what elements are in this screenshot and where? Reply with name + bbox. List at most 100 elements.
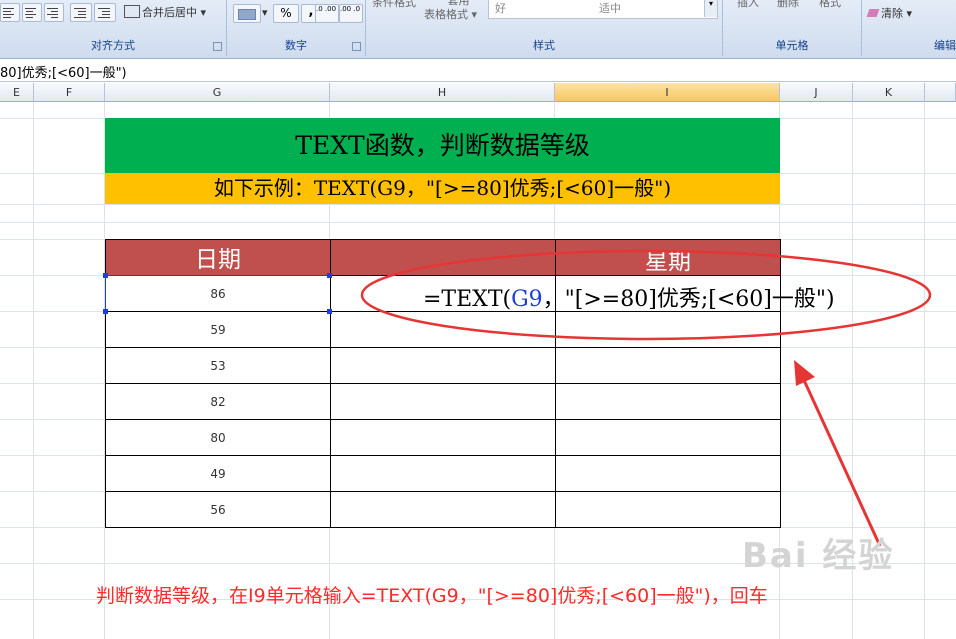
value-cell[interactable]: 53 <box>105 347 331 384</box>
formula-bar[interactable]: 80]优秀;[<60]一般") <box>0 59 956 82</box>
decrease-indent-button[interactable] <box>70 3 92 22</box>
empty-cell[interactable] <box>330 419 556 456</box>
percent-button[interactable]: % <box>273 4 299 23</box>
title-banner[interactable]: TEXT函数，判断数据等级 <box>105 118 780 173</box>
empty-cell[interactable] <box>330 491 556 528</box>
grid-line <box>33 102 34 639</box>
cell-value: 53 <box>210 359 226 373</box>
column-header-g[interactable]: G <box>105 83 330 102</box>
cell-value: 56 <box>210 503 226 517</box>
chevron-down-icon: ▾ <box>903 7 913 20</box>
clear-label: 清除 <box>881 7 903 20</box>
instruction-caption: 判断数据等级，在I9单元格输入=TEXT(G9，"[>=80]优秀;[<60]一… <box>96 581 768 608</box>
clear-button[interactable]: 清除 ▾ <box>866 5 913 21</box>
increase-indent-icon <box>96 5 112 19</box>
table-header-label: 星期 <box>645 249 691 275</box>
decrease-decimal-button[interactable]: .00 .0 <box>339 4 363 23</box>
annotation-arrow-line <box>801 377 882 547</box>
column-header-k[interactable]: K <box>853 83 925 102</box>
column-header-blank[interactable] <box>925 83 956 102</box>
value-cell[interactable]: 82 <box>105 383 331 420</box>
cell-value: 86 <box>210 287 226 301</box>
grid-line <box>0 222 956 223</box>
style-good[interactable]: 好 <box>495 0 506 16</box>
selection-handle[interactable] <box>103 309 108 314</box>
column-header-f[interactable]: F <box>34 83 105 102</box>
table-header-weekday[interactable]: 星期 <box>555 239 781 276</box>
alignment-group-label: 对齐方式 <box>91 39 135 52</box>
column-header-e[interactable]: E <box>0 83 34 102</box>
align-left-button[interactable] <box>0 3 20 22</box>
column-label: H <box>437 86 447 99</box>
styles-group: 条件格式 套用 表格格式 ▾ 好 适中 ▾ 样式 <box>366 0 723 56</box>
increase-indent-button[interactable] <box>94 3 116 22</box>
alignment-launcher-icon[interactable] <box>213 42 222 51</box>
value-cell[interactable]: 49 <box>105 455 331 492</box>
empty-cell[interactable] <box>555 419 781 456</box>
instruction-caption-text: 判断数据等级，在I9单元格输入=TEXT(G9，"[>=80]优秀;[<60]一… <box>96 585 768 607</box>
table-format-top-label: 套用 <box>447 0 470 7</box>
conditional-format-label: 条件格式 <box>372 0 416 9</box>
accounting-dropdown[interactable]: ▾ <box>262 6 268 19</box>
style-neutral[interactable]: 适中 <box>599 0 621 16</box>
chevron-down-icon: ▾ <box>468 8 478 21</box>
value-cell-g9[interactable]: 86 <box>105 275 331 312</box>
example-banner-text: 如下示例：TEXT(G9，"[>=80]优秀;[<60]一般") <box>213 176 672 200</box>
empty-cell[interactable] <box>555 383 781 420</box>
empty-cell[interactable] <box>555 491 781 528</box>
format-button[interactable]: 格式 <box>819 0 841 10</box>
empty-cell[interactable] <box>330 383 556 420</box>
increase-decimal-button[interactable]: .0 .00 <box>315 4 339 23</box>
conditional-format-button[interactable]: 条件格式 <box>372 0 416 10</box>
align-center-button[interactable] <box>22 3 42 22</box>
merge-center-button[interactable]: 合并后居中 ▾ <box>124 4 206 20</box>
delete-button[interactable]: 删除 <box>777 0 799 10</box>
empty-cell[interactable] <box>555 311 781 348</box>
value-cell[interactable]: 56 <box>105 491 331 528</box>
align-center-icon <box>23 5 39 19</box>
decrease-indent-icon <box>72 5 88 19</box>
formula-text: =TEXT(G9，"[>=80]优秀;[<60]一般") <box>423 281 835 313</box>
cell-value: 82 <box>210 395 226 409</box>
table-header-date[interactable]: 日期 <box>105 239 331 276</box>
formula-suffix: ，"[>=80]优秀;[<60]一般") <box>542 287 835 312</box>
table-header-blank[interactable] <box>330 239 556 276</box>
empty-cell[interactable] <box>330 311 556 348</box>
column-label: J <box>814 86 818 99</box>
table-header-label: 日期 <box>195 247 241 273</box>
empty-cell[interactable] <box>555 347 781 384</box>
column-label: G <box>212 86 222 99</box>
title-banner-text: TEXT函数，判断数据等级 <box>295 131 590 160</box>
number-group-label: 数字 <box>285 39 307 52</box>
delete-label: 删除 <box>777 0 799 9</box>
align-right-button[interactable] <box>44 3 64 22</box>
style-gallery[interactable]: 好 适中 ▾ <box>488 0 718 19</box>
value-cell[interactable]: 59 <box>105 311 331 348</box>
table-format-button[interactable]: 套用 表格格式 ▾ <box>424 0 477 22</box>
column-header-i[interactable]: I <box>555 83 780 102</box>
column-header-h[interactable]: H <box>330 83 555 102</box>
fill-handle[interactable] <box>327 309 332 314</box>
column-header-j[interactable]: J <box>780 83 853 102</box>
grid-line <box>0 204 956 205</box>
selection-handle[interactable] <box>103 273 108 278</box>
column-label: F <box>65 86 73 99</box>
selection-handle[interactable] <box>327 273 332 278</box>
value-cell[interactable]: 80 <box>105 419 331 456</box>
accounting-format-button[interactable] <box>233 4 261 23</box>
merge-center-label: 合并后居中 <box>142 6 197 19</box>
empty-cell[interactable] <box>330 455 556 492</box>
editing-group: 清除 ▾ 编辑 <box>862 0 956 56</box>
merge-center-icon <box>124 5 140 18</box>
number-launcher-icon[interactable] <box>352 42 361 51</box>
gallery-scroll-icon[interactable]: ▾ <box>704 0 717 17</box>
column-label: E <box>13 86 20 99</box>
currency-icon <box>238 9 256 20</box>
eraser-icon <box>866 9 880 17</box>
empty-cell[interactable] <box>330 347 556 384</box>
percent-label: % <box>280 6 292 20</box>
empty-cell[interactable] <box>555 455 781 492</box>
example-banner[interactable]: 如下示例：TEXT(G9，"[>=80]优秀;[<60]一般") <box>105 173 780 204</box>
insert-button[interactable]: 插入 <box>737 0 759 10</box>
formula-bar-content[interactable]: 80]优秀;[<60]一般") <box>0 62 127 81</box>
